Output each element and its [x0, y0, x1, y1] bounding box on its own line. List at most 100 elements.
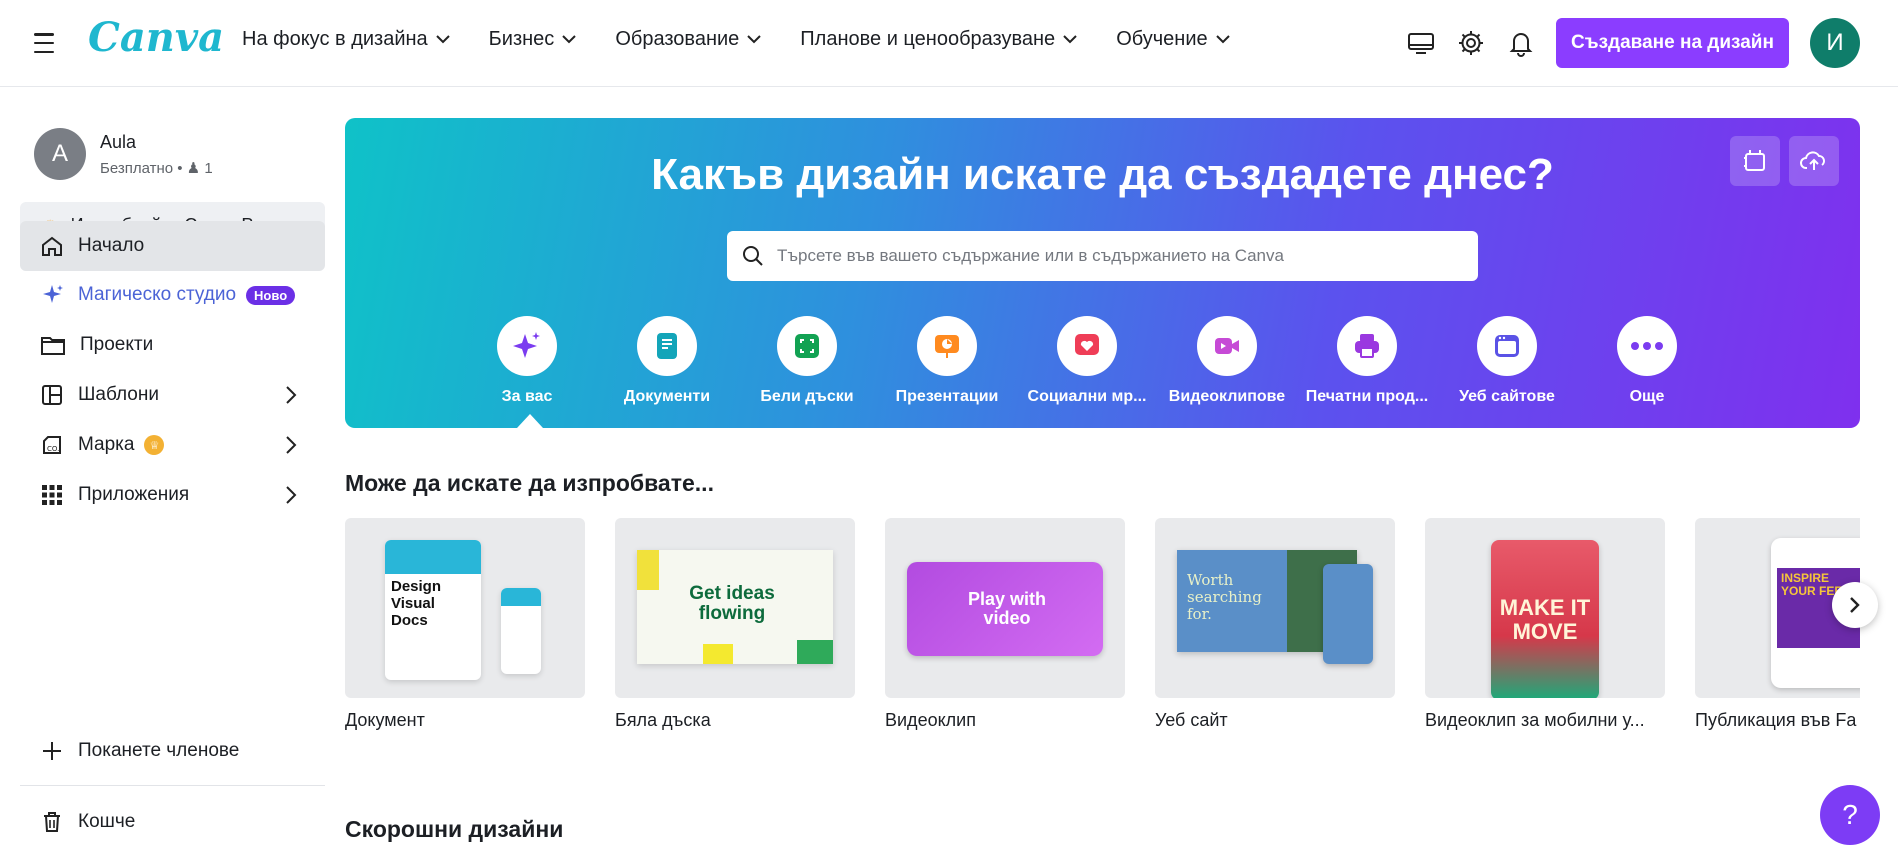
- account-avatar[interactable]: И: [1810, 18, 1860, 68]
- apps-grid-icon: [42, 485, 62, 505]
- category-videos[interactable]: Видеоклипове: [1157, 316, 1297, 406]
- members-count: 1: [204, 159, 213, 177]
- sparkle-icon: [513, 332, 540, 358]
- canva-logo[interactable]: Canva: [88, 14, 224, 61]
- selected-category-pointer: [517, 414, 543, 428]
- custom-size-button[interactable]: [1730, 136, 1780, 186]
- user-profile[interactable]: A Aula Безплатно • ♟ 1: [34, 128, 213, 180]
- new-badge: Ново: [246, 285, 296, 305]
- card-label: Видеоклип: [885, 710, 976, 730]
- chevron-down-icon: [747, 35, 761, 44]
- desktop-icon[interactable]: [1406, 28, 1436, 58]
- category-label: Уеб сайтове: [1459, 388, 1555, 405]
- scroll-right-button[interactable]: [1832, 582, 1878, 628]
- gear-icon[interactable]: [1456, 28, 1486, 58]
- suggestion-card-mobile-video[interactable]: MAKE IT MOVE Видеоклип за мобилни у...: [1425, 518, 1665, 731]
- sidebar-item-apps[interactable]: Приложения: [20, 470, 325, 520]
- invite-members-button[interactable]: Поканете членове: [20, 726, 325, 776]
- nav-learn[interactable]: Обучение: [1116, 28, 1230, 51]
- design-categories: За вас Документи Бели дъски Презентации …: [457, 316, 1717, 406]
- card-thumbnail: MAKE IT MOVE: [1425, 518, 1665, 698]
- category-label: Документи: [623, 388, 711, 405]
- chevron-right-icon: [286, 486, 297, 504]
- hero-title: Какъв дизайн искате да създадете днес?: [651, 150, 1554, 199]
- main-nav: На фокус в дизайна Бизнес Образование Пл…: [242, 28, 1269, 51]
- category-label: Още: [1629, 388, 1665, 405]
- category-circle: [917, 316, 977, 376]
- category-for-you[interactable]: За вас: [457, 316, 597, 406]
- chevron-down-icon: [1215, 35, 1230, 44]
- sidebar-item-templates[interactable]: Шаблони: [20, 370, 325, 420]
- category-circle: [1337, 316, 1397, 376]
- user-plan: Безплатно • ♟ 1: [100, 159, 213, 177]
- suggestion-card-whiteboard[interactable]: Get ideas flowing Бяла дъска: [615, 518, 855, 731]
- crown-icon: ♕: [144, 435, 165, 455]
- card-label: Видеоклип за мобилни у...: [1425, 710, 1645, 730]
- bell-icon[interactable]: [1506, 28, 1536, 58]
- video-camera-icon: [1215, 338, 1239, 354]
- sidebar-item-projects[interactable]: Проекти: [20, 320, 325, 370]
- plan-text: Безплатно •: [100, 159, 187, 177]
- user-name: Aula: [100, 131, 137, 152]
- suggestion-cards: Design Visual Docs Документ Get ideas fl…: [345, 518, 1860, 738]
- thumb-text: Get ideas flowing: [689, 583, 775, 624]
- suggestion-card-video[interactable]: Play with video Видеоклип: [885, 518, 1125, 731]
- sidebar-divider: [20, 785, 325, 786]
- printer-icon: [1355, 334, 1379, 358]
- nav-education[interactable]: Образование: [615, 28, 761, 51]
- card-label: Публикация във Fa: [1695, 710, 1857, 730]
- thumb-text: Worth searching for.: [1187, 571, 1262, 623]
- category-social-media[interactable]: Социални мр...: [1017, 316, 1157, 406]
- nav-business[interactable]: Бизнес: [489, 28, 577, 51]
- card-thumbnail: Design Visual Docs: [345, 518, 585, 698]
- menu-icon[interactable]: [30, 30, 58, 56]
- sidebar-item-label: Проекти: [80, 334, 154, 355]
- category-circle: [497, 316, 557, 376]
- browser-icon: [1495, 335, 1519, 357]
- category-circle: [1197, 316, 1257, 376]
- card-thumbnail: Play with video: [885, 518, 1125, 698]
- search-icon: [743, 246, 763, 266]
- category-presentations[interactable]: Презентации: [877, 316, 1017, 406]
- sidebar-item-magic-studio[interactable]: Магическо студио Ново: [20, 270, 325, 320]
- sidebar-item-trash[interactable]: Кошче: [20, 797, 325, 847]
- suggestions-title: Може да искате да изпробвате...: [345, 470, 714, 496]
- suggestion-card-facebook-post[interactable]: INSPIRE YOUR FEED Публикация във Fa: [1695, 518, 1860, 731]
- document-icon: [657, 333, 677, 359]
- card-label: Бяла дъска: [615, 710, 711, 730]
- sidebar-item-label: Шаблони: [78, 384, 159, 405]
- create-design-button[interactable]: Създаване на дизайн: [1556, 18, 1789, 68]
- thumb-text: Play with video: [967, 589, 1047, 628]
- chevron-right-icon: [286, 386, 297, 404]
- upload-button[interactable]: [1789, 136, 1839, 186]
- template-icon: [42, 385, 62, 405]
- plus-icon: [43, 742, 61, 760]
- sidebar: A Aula Безплатно • ♟ 1 ♕Изпробвайте Canv…: [0, 88, 345, 863]
- heart-icon: [1075, 334, 1099, 355]
- search-bar[interactable]: [727, 231, 1478, 281]
- nav-label: Бизнес: [488, 28, 555, 50]
- chevron-right-icon: [286, 436, 297, 454]
- folder-icon: [41, 337, 65, 355]
- nav-plans-pricing[interactable]: Планове и ценообразуване: [800, 28, 1077, 51]
- sidebar-item-home[interactable]: Начало: [20, 221, 325, 271]
- category-circle: [1057, 316, 1117, 376]
- sidebar-item-label: Приложения: [78, 484, 190, 505]
- help-button[interactable]: ?: [1820, 785, 1880, 845]
- nav-design-spotlight[interactable]: На фокус в дизайна: [242, 28, 450, 51]
- category-label: Видеоклипове: [1168, 388, 1286, 405]
- category-print-products[interactable]: Печатни прод...: [1297, 316, 1437, 406]
- recent-designs-title: Скорошни дизайни: [345, 816, 564, 842]
- category-websites[interactable]: Уеб сайтове: [1437, 316, 1577, 406]
- search-input[interactable]: [777, 246, 1437, 266]
- resize-icon: [1744, 150, 1765, 171]
- thumb-text: Design Visual Docs: [391, 578, 442, 629]
- chevron-right-icon: [1850, 597, 1860, 613]
- suggestion-card-website[interactable]: Worth searching for. Уеб сайт: [1155, 518, 1395, 731]
- category-whiteboards[interactable]: Бели дъски: [737, 316, 877, 406]
- category-more[interactable]: Още: [1577, 316, 1717, 406]
- trash-label: Кошче: [78, 811, 136, 832]
- suggestion-card-doc[interactable]: Design Visual Docs Документ: [345, 518, 585, 731]
- category-docs[interactable]: Документи: [597, 316, 737, 406]
- sidebar-item-brand[interactable]: CO. Марка ♕: [20, 420, 325, 470]
